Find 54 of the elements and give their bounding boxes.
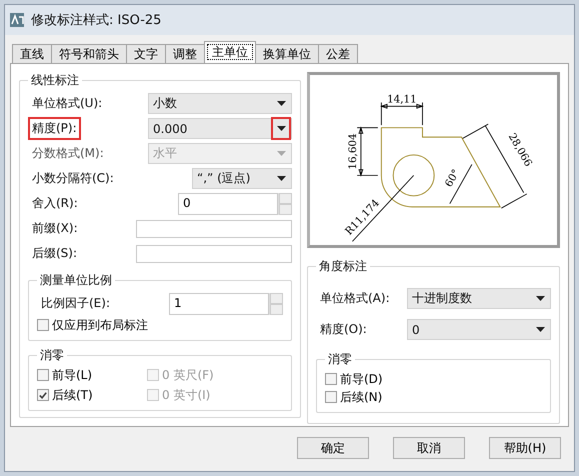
field-label: 单位格式(A): xyxy=(319,290,391,307)
field-label: 精度(O): xyxy=(319,321,368,338)
group-title: 角度标注 xyxy=(318,258,368,275)
checkbox-label: 0 英尺(F) xyxy=(162,366,214,384)
checkbox-label: 前导(D) xyxy=(340,370,383,388)
field-label: 精度(P): xyxy=(28,117,81,140)
checkbox-label: 后续(T) xyxy=(52,386,93,404)
field-label: 小数分隔符(C): xyxy=(31,170,115,187)
checkbox-label: 前导(L) xyxy=(52,366,92,384)
group-title: 线性标注 xyxy=(30,72,80,89)
dropdown[interactable]: 0.000 xyxy=(148,118,292,139)
input-field[interactable] xyxy=(136,220,292,238)
dialog-button[interactable]: 帮助(H) xyxy=(489,437,561,459)
hole-circle xyxy=(392,154,435,196)
app-icon xyxy=(9,12,25,28)
tab[interactable]: 主单位 xyxy=(204,41,256,63)
input-field[interactable] xyxy=(136,244,292,262)
window-title: 修改标注样式: ISO-25 xyxy=(31,12,162,29)
field-label: 后缀(S): xyxy=(31,245,78,262)
checkbox-label: 0 英寸(I) xyxy=(162,386,210,404)
group-title: 测量单位比例 xyxy=(39,272,113,289)
tab[interactable]: 直线 xyxy=(12,44,52,63)
dialog-button[interactable]: 确定 xyxy=(297,437,369,459)
dropdown[interactable]: 0 xyxy=(407,319,551,340)
tab[interactable]: 文字 xyxy=(126,44,166,63)
tab[interactable]: 调整 xyxy=(165,44,205,63)
spin-field[interactable]: 1 xyxy=(169,292,269,314)
checkbox[interactable] xyxy=(37,369,49,381)
checkbox-label: 仅应用到布局标注 xyxy=(52,316,148,334)
dimension-label: 14,11 xyxy=(387,94,417,106)
dimension-line xyxy=(380,102,423,126)
checkbox[interactable] xyxy=(325,391,337,403)
group-title: 消零 xyxy=(327,351,353,368)
field-label: 分数格式(M): xyxy=(31,145,105,162)
spinner-buttons[interactable] xyxy=(269,292,283,314)
dropdown[interactable]: “,” (逗点) xyxy=(192,168,292,189)
dimension-label: 16,604 xyxy=(347,133,360,170)
checkbox-label: 后续(N) xyxy=(340,388,382,406)
field-label: 单位格式(U): xyxy=(31,95,104,112)
field-label: 舍入(R): xyxy=(31,195,79,212)
group-title: 消零 xyxy=(39,347,65,364)
checkbox[interactable] xyxy=(37,389,49,401)
dimension-label: 60° xyxy=(442,167,462,190)
dropdown[interactable]: 小数 xyxy=(148,93,292,114)
dropdown[interactable]: 十进制度数 xyxy=(407,288,551,309)
dialog-button[interactable]: 取消 xyxy=(393,437,465,459)
field-label: 比例因子(E): xyxy=(40,295,111,312)
tab[interactable]: 换算单位 xyxy=(255,44,319,63)
checkbox[interactable] xyxy=(325,373,337,385)
tab[interactable]: 符号和箭头 xyxy=(51,44,127,63)
spin-field[interactable]: 0 xyxy=(178,192,278,214)
checkbox[interactable] xyxy=(37,319,49,331)
tab[interactable]: 公差 xyxy=(318,44,358,63)
field-label: 前缀(X): xyxy=(31,220,79,237)
